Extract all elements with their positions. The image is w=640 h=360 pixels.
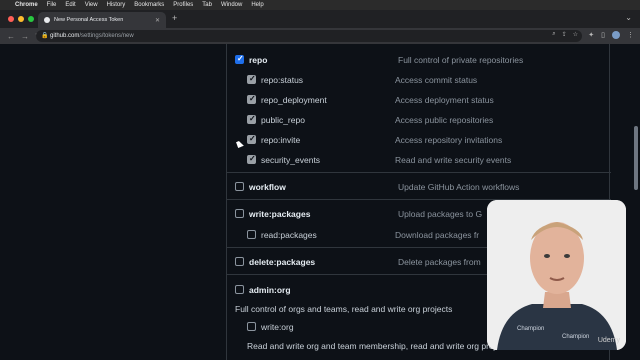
menu-profiles[interactable]: Profiles (173, 2, 193, 8)
scope-desc-read-packages: Download packages fr (395, 230, 480, 240)
scope-row-repo-invite: repo:invite Access repository invitation… (227, 134, 611, 146)
menu-bookmarks[interactable]: Bookmarks (134, 2, 164, 8)
menu-view[interactable]: View (85, 2, 98, 8)
scope-desc-write-org: Read and write org and team membership, … (247, 341, 505, 351)
scope-desc-delete-packages: Delete packages from (398, 257, 481, 267)
scope-desc-write-packages: Upload packages to G (398, 209, 483, 219)
macos-menu-bar: Chrome File Edit View History Bookmarks … (0, 0, 640, 10)
window-controls (8, 16, 34, 22)
new-tab-button[interactable]: + (172, 13, 177, 23)
scope-desc-public-repo: Access public repositories (395, 115, 494, 125)
menu-tab[interactable]: Tab (202, 2, 212, 8)
tab-new-personal-access-token[interactable]: New Personal Access Token ✕ (38, 12, 166, 28)
read-packages-checkbox[interactable] (247, 230, 256, 239)
close-tab-icon[interactable]: ✕ (155, 17, 160, 24)
svg-text:Champion: Champion (517, 326, 544, 332)
admin-org-checkbox[interactable] (235, 285, 244, 294)
scope-name-repo-invite: repo:invite (261, 135, 301, 145)
write-org-checkbox[interactable] (247, 322, 256, 331)
workflow-checkbox[interactable] (235, 182, 244, 191)
extensions-icon[interactable]: ✦ (588, 31, 594, 39)
scope-row-repo-status: repo:status Access commit status (227, 74, 611, 86)
bookmark-star-icon[interactable]: ☆ (573, 31, 578, 38)
browser-toolbar: ← → ↻ 🔒 github.com/settings/tokens/new ⌕… (0, 28, 640, 44)
url-path: /settings/tokens/new (79, 33, 134, 39)
scope-desc-repo: Full control of private repositories (398, 55, 524, 65)
tab-search-icon[interactable]: ⌄ (625, 13, 632, 22)
url-host: github.com (50, 33, 80, 39)
extensions-area: ✦ ▯ ⋮ (588, 31, 634, 39)
maximize-window-button[interactable] (28, 16, 34, 22)
address-bar[interactable]: 🔒 github.com/settings/tokens/new ⌕ ⇪ ☆ (36, 30, 582, 42)
share-icon[interactable]: ⇪ (562, 31, 567, 38)
scope-name-admin-org: admin:org (249, 285, 291, 295)
scope-desc-repo-status: Access commit status (395, 75, 478, 85)
forward-icon[interactable]: → (21, 32, 29, 41)
scope-name-read-packages: read:packages (261, 230, 317, 240)
scope-name-write-org: write:org (261, 322, 294, 332)
security-events-checkbox[interactable] (247, 154, 256, 164)
scope-name-write-packages: write:packages (249, 209, 311, 219)
divider (227, 172, 611, 173)
scope-row-repo: repo Full control of private repositorie… (227, 54, 611, 66)
scrollbar-thumb[interactable] (634, 126, 638, 190)
scope-row-workflow: workflow Update GitHub Action workflows (227, 181, 611, 193)
delete-packages-checkbox[interactable] (235, 257, 244, 266)
zoom-icon[interactable]: ⌕ (552, 31, 555, 38)
scope-name-delete-packages: delete:packages (249, 257, 316, 267)
menu-window[interactable]: Window (221, 2, 242, 8)
menu-file[interactable]: File (47, 2, 57, 8)
profile-avatar[interactable] (612, 31, 620, 39)
scope-desc-workflow: Update GitHub Action workflows (398, 182, 520, 192)
menu-edit[interactable]: Edit (65, 2, 75, 8)
browser-menu-icon[interactable]: ⋮ (627, 31, 634, 39)
repo-status-checkbox[interactable] (247, 74, 256, 84)
github-favicon-icon (44, 17, 50, 23)
tab-title: New Personal Access Token (54, 17, 124, 23)
instructor-video-overlay: Champion Champion Udemy (487, 200, 626, 350)
scope-row-public-repo: public_repo Access public repositories (227, 114, 611, 126)
repo-deployment-checkbox[interactable] (247, 94, 256, 104)
scope-name-repo: repo (249, 55, 268, 65)
instructor-portrait-icon: Champion Champion (487, 200, 626, 350)
scope-name-repo-deployment: repo_deployment (261, 95, 327, 105)
scope-desc-security-events: Read and write security events (395, 155, 512, 165)
write-packages-checkbox[interactable] (235, 209, 244, 218)
lock-icon[interactable]: 🔒 (41, 32, 48, 39)
svg-text:Champion: Champion (562, 334, 589, 340)
minimize-window-button[interactable] (18, 16, 24, 22)
scope-desc-repo-invite: Access repository invitations (395, 135, 503, 145)
scope-name-workflow: workflow (249, 182, 286, 192)
repo-invite-checkbox[interactable] (247, 134, 256, 144)
udemy-watermark: Udemy (597, 337, 620, 344)
repo-checkbox[interactable] (235, 54, 244, 64)
close-window-button[interactable] (8, 16, 14, 22)
menu-help[interactable]: Help (251, 2, 263, 8)
menu-app-name[interactable]: Chrome (15, 2, 38, 8)
scope-desc-repo-deployment: Access deployment status (395, 95, 494, 105)
scope-name-security-events: security_events (261, 155, 321, 165)
menu-history[interactable]: History (107, 2, 126, 8)
scope-row-repo-deployment: repo_deployment Access deployment status (227, 94, 611, 106)
public-repo-checkbox[interactable] (247, 114, 256, 124)
scope-name-public-repo: public_repo (261, 115, 305, 125)
sidepanel-icon[interactable]: ▯ (601, 31, 605, 39)
scope-row-security-events: security_events Read and write security … (227, 154, 611, 166)
browser-tab-bar: New Personal Access Token ✕ + ⌄ (0, 10, 640, 28)
scope-desc-admin-org: Full control of orgs and teams, read and… (235, 304, 453, 314)
scope-name-repo-status: repo:status (261, 75, 304, 85)
back-icon[interactable]: ← (7, 32, 15, 41)
